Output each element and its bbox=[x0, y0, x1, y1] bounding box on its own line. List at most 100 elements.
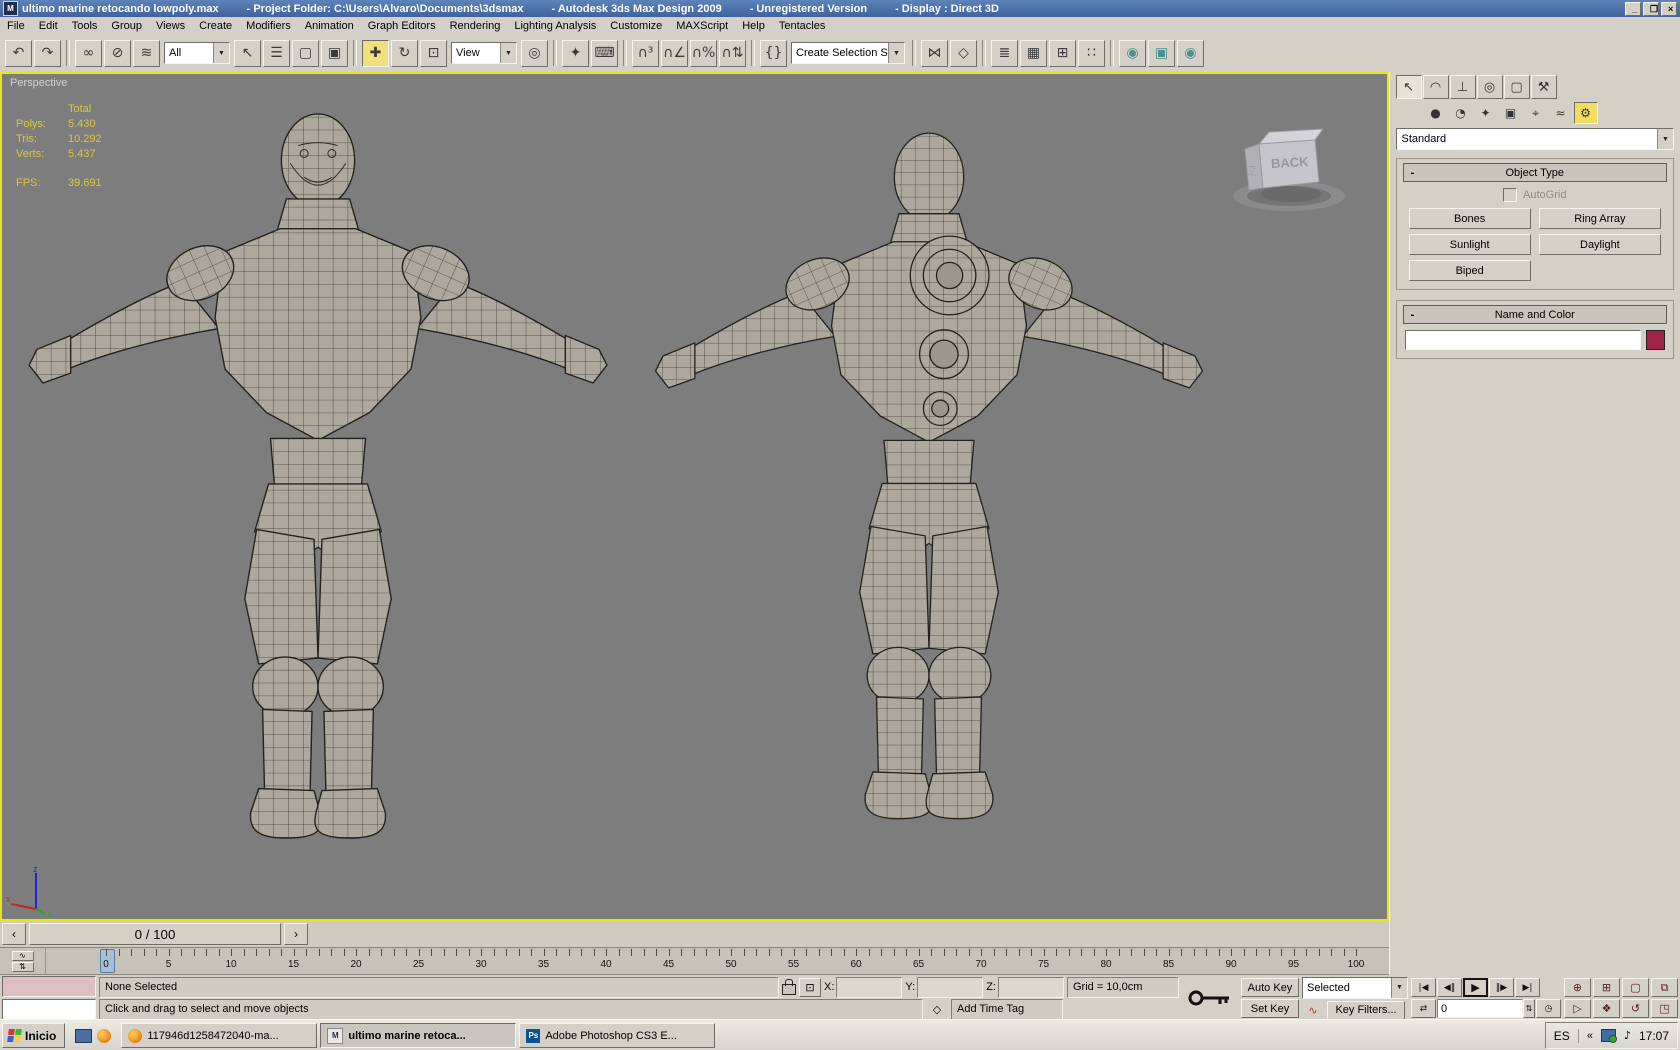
play-animation-button[interactable]: ▶ bbox=[1463, 978, 1488, 997]
chevron-down-icon[interactable]: ▼ bbox=[1391, 978, 1407, 998]
unlink-selection-button[interactable]: ⊘ bbox=[104, 40, 131, 67]
x-coordinate-field[interactable] bbox=[836, 977, 902, 998]
frame-spinner[interactable]: ⇅ bbox=[1523, 999, 1535, 1018]
collapse-icon[interactable]: - bbox=[1404, 167, 1422, 179]
undo-button[interactable]: ↶ bbox=[5, 40, 32, 67]
arc-rotate-button[interactable]: ↺ bbox=[1622, 999, 1649, 1018]
time-configuration-button[interactable]: ◷ bbox=[1536, 999, 1561, 1018]
restore-button[interactable]: ❐ bbox=[1643, 2, 1659, 16]
start-button[interactable]: Inicio bbox=[2, 1023, 65, 1048]
quick-render-button[interactable]: ◉ bbox=[1177, 40, 1204, 67]
render-setup-button[interactable]: ◉ bbox=[1119, 40, 1146, 67]
set-keys-button[interactable] bbox=[1182, 976, 1238, 1020]
key-mode-toggle[interactable]: ⇄ bbox=[1411, 999, 1436, 1018]
menu-tools[interactable]: Tools bbox=[65, 19, 105, 33]
menu-animation[interactable]: Animation bbox=[298, 19, 361, 33]
menu-create[interactable]: Create bbox=[192, 19, 239, 33]
maxscript-mini-listener-macro[interactable] bbox=[2, 976, 96, 997]
category-space-warps[interactable]: ≈ bbox=[1549, 102, 1573, 124]
select-and-link-button[interactable]: ∞ bbox=[75, 40, 102, 67]
keyboard-override-toggle[interactable]: ⌨ bbox=[591, 40, 618, 67]
menu-graph-editors[interactable]: Graph Editors bbox=[361, 19, 443, 33]
menu-file[interactable]: File bbox=[0, 19, 32, 33]
volume-icon[interactable]: ♪ bbox=[1624, 1029, 1631, 1042]
name-and-color-rollout-header[interactable]: - Name and Color bbox=[1403, 305, 1667, 324]
pan-view-button[interactable]: ❖ bbox=[1593, 999, 1620, 1018]
menu-rendering[interactable]: Rendering bbox=[443, 19, 508, 33]
model-back-view[interactable] bbox=[648, 102, 1210, 848]
perspective-viewport[interactable]: Perspective Total Polys: 5.430 Tris: 10.… bbox=[0, 72, 1389, 921]
y-coordinate-field[interactable] bbox=[917, 977, 983, 998]
layer-manager-button[interactable]: ≣ bbox=[991, 40, 1018, 67]
chevron-down-icon[interactable]: ▼ bbox=[500, 43, 516, 63]
add-time-tag-field[interactable]: Add Time Tag bbox=[951, 999, 1063, 1020]
language-indicator[interactable]: ES bbox=[1554, 1029, 1579, 1043]
previous-frame-button[interactable]: ◀‖ bbox=[1437, 978, 1462, 997]
percent-snap-toggle[interactable]: ∩% bbox=[690, 40, 717, 67]
field-of-view-button[interactable]: ▷ bbox=[1564, 999, 1591, 1018]
edit-named-selections-button[interactable]: {} bbox=[760, 40, 787, 67]
align-button[interactable]: ◇ bbox=[950, 40, 977, 67]
mirror-button[interactable]: ⋈ bbox=[921, 40, 948, 67]
show-desktop-icon[interactable] bbox=[75, 1029, 92, 1043]
category-geometry[interactable]: ● bbox=[1424, 102, 1448, 124]
taskbar-task-firefox[interactable]: 117946d1258472040-ma... bbox=[121, 1023, 317, 1048]
chevron-down-icon[interactable]: ▼ bbox=[213, 43, 229, 63]
schematic-view-button[interactable]: ⊞ bbox=[1049, 40, 1076, 67]
menu-customize[interactable]: Customize bbox=[603, 19, 669, 33]
button-daylight[interactable]: Daylight bbox=[1539, 234, 1661, 255]
object-class-dropdown[interactable]: Standard ▼ bbox=[1396, 128, 1674, 150]
tray-collapse-icon[interactable]: « bbox=[1587, 1030, 1593, 1042]
object-type-rollout-header[interactable]: - Object Type bbox=[1403, 163, 1667, 182]
taskbar-task-3dsmax[interactable]: Multimo marine retoca... bbox=[320, 1023, 516, 1048]
category-cameras[interactable]: ▣ bbox=[1499, 102, 1523, 124]
select-object-button[interactable]: ↖ bbox=[234, 40, 261, 67]
spinner-snap-toggle[interactable]: ∩⇅ bbox=[719, 40, 746, 67]
button-ring-array[interactable]: Ring Array bbox=[1539, 208, 1661, 229]
tab-display[interactable]: ▢ bbox=[1504, 75, 1530, 99]
key-mode-dropdown[interactable]: Selected ▼ bbox=[1302, 977, 1408, 999]
set-key-curve-icon[interactable]: ∿ bbox=[1302, 1004, 1324, 1017]
use-pivot-center-button[interactable]: ◎ bbox=[521, 40, 548, 67]
view-cube[interactable]: BACK |◁| bbox=[1219, 116, 1359, 216]
set-key-button[interactable]: Set Key bbox=[1241, 999, 1299, 1018]
bind-to-space-warp-button[interactable]: ≋ bbox=[133, 40, 160, 67]
category-shapes[interactable]: ◔ bbox=[1449, 102, 1473, 124]
title-bar[interactable]: M ultimo marine retocando lowpoly.max- P… bbox=[0, 0, 1680, 17]
button-sunlight[interactable]: Sunlight bbox=[1409, 234, 1531, 255]
menu-group[interactable]: Group bbox=[104, 19, 149, 33]
maxscript-mini-listener[interactable] bbox=[2, 999, 96, 1020]
snaps-toggle[interactable]: ∩³ bbox=[632, 40, 659, 67]
named-selection-dropdown[interactable]: Create Selection Set▼ bbox=[791, 42, 905, 64]
time-slider-next-button[interactable]: › bbox=[284, 923, 308, 945]
current-frame-field[interactable] bbox=[1437, 999, 1523, 1018]
menu-modifiers[interactable]: Modifiers bbox=[239, 19, 298, 33]
rendered-frame-button[interactable]: ▣ bbox=[1148, 40, 1175, 67]
tab-modify[interactable]: ◠ bbox=[1423, 75, 1449, 99]
category-lights[interactable]: ✦ bbox=[1474, 102, 1498, 124]
open-mini-curve-editor-button[interactable]: ∿ bbox=[12, 951, 34, 961]
button-biped[interactable]: Biped bbox=[1409, 260, 1531, 281]
adaptive-degradation-icon[interactable]: ◇ bbox=[926, 1003, 948, 1016]
network-icon[interactable] bbox=[1601, 1029, 1616, 1042]
material-editor-button[interactable]: ∷ bbox=[1078, 40, 1105, 67]
collapse-icon[interactable]: - bbox=[1404, 309, 1422, 321]
tab-motion[interactable]: ◎ bbox=[1477, 75, 1503, 99]
selection-filter-dropdown[interactable]: All▼ bbox=[164, 42, 230, 64]
reference-coordinate-dropdown[interactable]: View▼ bbox=[451, 42, 517, 64]
zoom-button[interactable]: ⊕ bbox=[1564, 978, 1591, 997]
window-crossing-toggle[interactable]: ▣ bbox=[321, 40, 348, 67]
viewport-label[interactable]: Perspective bbox=[10, 77, 67, 89]
track-bar-filter-button[interactable]: ⇅ bbox=[12, 962, 34, 972]
firefox-quicklaunch-icon[interactable] bbox=[97, 1029, 111, 1043]
tab-utilities[interactable]: ⚒ bbox=[1531, 75, 1557, 99]
menu-edit[interactable]: Edit bbox=[32, 19, 65, 33]
rectangular-selection-button[interactable]: ▢ bbox=[292, 40, 319, 67]
category-systems[interactable]: ⚙ bbox=[1574, 102, 1598, 124]
object-color-swatch[interactable] bbox=[1646, 330, 1665, 350]
zoom-all-button[interactable]: ⊞ bbox=[1593, 978, 1620, 997]
menu-tentacles[interactable]: Tentacles bbox=[772, 19, 832, 33]
select-and-scale-button[interactable]: ⊡ bbox=[420, 40, 447, 67]
minimize-button[interactable]: _ bbox=[1625, 2, 1641, 16]
time-slider-handle[interactable]: 0 / 100 bbox=[29, 923, 281, 945]
